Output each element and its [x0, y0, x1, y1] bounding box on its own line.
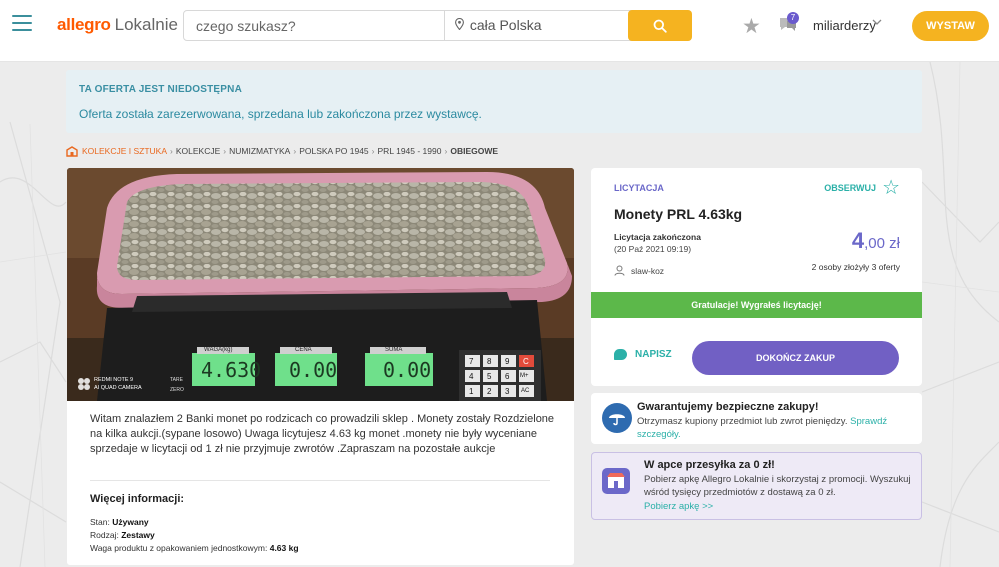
menu-icon[interactable] — [12, 15, 32, 33]
scale-key: 3 — [505, 387, 510, 396]
observe-button[interactable]: OBSERWUJ ☆ — [824, 177, 900, 199]
scale-key: AC — [521, 388, 530, 394]
breadcrumb-separator: › — [170, 146, 173, 156]
breadcrumb-item[interactable]: NUMIZMATYKA — [229, 146, 290, 156]
breadcrumb-current: OBIEGOWE — [450, 146, 499, 156]
spec-label: Rodzaj: — [90, 530, 119, 540]
spec-value: Używany — [112, 517, 149, 527]
search-bar: cała Polska — [183, 10, 692, 41]
scale-key: 8 — [487, 357, 492, 366]
location-value: cała Polska — [469, 17, 542, 33]
price: 4,00 zł — [852, 228, 900, 254]
location-field[interactable]: cała Polska — [444, 11, 628, 40]
seller[interactable]: slaw-koz — [614, 265, 664, 276]
download-app-link[interactable]: Pobierz apkę >> — [644, 501, 713, 512]
breadcrumb-item[interactable]: POLSKA PO 1945 — [299, 146, 368, 156]
breadcrumb-separator: › — [371, 146, 375, 156]
spec-label: Waga produktu z opakowaniem jednostkowym… — [90, 543, 268, 553]
safe-text-body: Otrzymasz kupiony przedmiot lub zwrot pi… — [637, 416, 848, 427]
shop-app-icon — [602, 468, 630, 494]
scale-key: 1 — [469, 387, 474, 396]
search-button[interactable] — [628, 10, 692, 41]
app-promo-title: W apce przesyłka za 0 zł! — [644, 459, 775, 471]
chat-bubble-icon — [614, 349, 627, 360]
seller-name: slaw-koz — [631, 265, 665, 276]
breadcrumb-item[interactable]: KOLEKCJE — [176, 146, 220, 156]
umbrella-icon — [602, 403, 632, 433]
scale-label: CENA — [295, 347, 312, 353]
offer-card: LICYTACJA OBSERWUJ ☆ Monety PRL 4.63kg L… — [591, 168, 922, 386]
scale-key: 4 — [469, 372, 474, 381]
scale-weight-readout: 4.630 — [201, 358, 262, 382]
scale-key: 7 — [469, 357, 474, 366]
user-icon — [614, 265, 625, 276]
notice-title: TA OFERTA JEST NIEDOSTĘPNA — [79, 84, 242, 95]
scale-label: WAGA(kg) — [204, 347, 233, 353]
breadcrumb-item[interactable]: PRL 1945 - 1990 — [378, 146, 442, 156]
home-shop-icon[interactable] — [66, 145, 78, 157]
scale-sum-readout: 0.00 — [383, 358, 432, 382]
breadcrumb: KOLEKCJE I SZTUKA › KOLEKCJE › NUMIZMATY… — [66, 145, 501, 157]
sell-button[interactable]: WYSTAW — [912, 11, 989, 41]
unavailable-notice: TA OFERTA JEST NIEDOSTĘPNA Oferta został… — [66, 70, 922, 133]
scale-key: 5 — [487, 372, 492, 381]
breadcrumb-separator: › — [444, 146, 448, 156]
search-input[interactable] — [184, 11, 444, 40]
spec-label: Stan: — [90, 517, 110, 527]
more-info-title: Więcej informacji: — [90, 493, 185, 505]
write-label: NAPISZ — [635, 349, 672, 360]
breadcrumb-separator: › — [293, 146, 297, 156]
price-main: 4 — [851, 228, 865, 253]
scale-side-label: ZERO — [170, 387, 184, 393]
logo-sub: Lokalnie — [114, 15, 178, 34]
favorites-star-icon[interactable]: ★ — [742, 14, 761, 39]
description-card: Witam znalazłem 2 Banki monet po rodzica… — [67, 401, 574, 565]
spec-row: Waga produktu z opakowaniem jednostkowym… — [90, 543, 299, 553]
search-icon — [653, 19, 667, 33]
top-header: allegroLokalnie cała Polska ★ 7 miliarde… — [0, 0, 999, 62]
observe-label: OBSERWUJ — [824, 183, 877, 193]
scale-key: C — [523, 357, 529, 366]
auction-ended-label: Licytacja zakończona — [614, 232, 701, 242]
scale-key: 9 — [505, 357, 510, 366]
divider — [90, 480, 550, 481]
congrats-banner: Gratulacje! Wygrałeś licytację! — [591, 292, 922, 318]
product-photo[interactable]: WAGA(kg) CENA SUMA 4.630 0.00 0.00 TARE … — [67, 168, 574, 401]
scale-label: SUMA — [385, 347, 403, 353]
write-message-button[interactable]: NAPISZ — [614, 349, 672, 360]
safe-title: Gwarantujemy bezpieczne zakupy! — [637, 401, 819, 413]
auction-ended-date: (20 Paź 2021 09:19) — [614, 244, 692, 254]
chevron-down-icon[interactable] — [872, 17, 882, 29]
spec-row: Stan: Używany — [90, 517, 149, 527]
scale-price-readout: 0.00 — [289, 358, 338, 382]
breadcrumb-item[interactable]: KOLEKCJE I SZTUKA — [82, 146, 167, 156]
logo[interactable]: allegro Lokalnie — [57, 15, 178, 35]
scale-key: M+ — [520, 373, 529, 379]
spec-row: Rodzaj: Zestawy — [90, 530, 155, 540]
notice-text: Oferta została zarezerwowana, sprzedana … — [79, 107, 482, 121]
messages-badge: 7 — [787, 12, 799, 24]
app-promo-card: W apce przesyłka za 0 zł! Pobierz apkę A… — [591, 452, 922, 520]
offer-type-label: LICYTACJA — [614, 183, 664, 193]
safe-text: Otrzymasz kupiony przedmiot lub zwrot pi… — [637, 415, 915, 441]
scale-key: 2 — [487, 387, 492, 396]
price-rest: ,00 zł — [864, 235, 900, 252]
star-outline-icon: ☆ — [882, 177, 900, 199]
offer-title: Monety PRL 4.63kg — [614, 206, 743, 222]
scale-side-label: TARE — [170, 377, 183, 383]
finish-purchase-button[interactable]: DOKOŃCZ ZAKUP — [692, 341, 899, 375]
logo-brand: allegro — [57, 15, 111, 34]
bids-summary: 2 osoby złożyły 3 oferty — [811, 262, 900, 272]
scale-key: 6 — [505, 372, 510, 381]
spec-value: Zestawy — [121, 530, 155, 540]
user-menu-name[interactable]: miliarderzy — [813, 18, 876, 33]
camera-watermark: REDMI NOTE 9 — [94, 377, 134, 383]
camera-watermark: AI QUAD CAMERA — [94, 385, 142, 391]
location-pin-icon — [455, 13, 464, 42]
app-promo-text: Pobierz apkę Allegro Lokalnie i skorzyst… — [644, 474, 911, 498]
safe-shopping-card: Gwarantujemy bezpieczne zakupy! Otrzymas… — [591, 393, 922, 444]
description-text: Witam znalazłem 2 Banki monet po rodzica… — [90, 413, 555, 455]
breadcrumb-separator: › — [223, 146, 227, 156]
spec-value: 4.63 kg — [269, 543, 299, 553]
